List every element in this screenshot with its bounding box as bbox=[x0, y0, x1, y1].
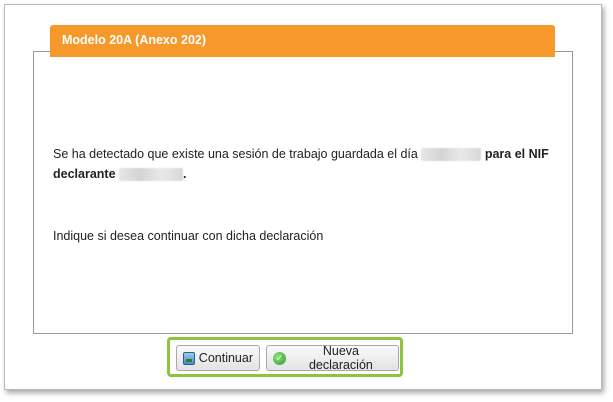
new-declaration-button[interactable]: ✓ Nueva declaración bbox=[266, 344, 399, 372]
message-end: . bbox=[183, 167, 187, 181]
dialog-header: Modelo 20A (Anexo 202) bbox=[50, 25, 555, 57]
session-message: Se ha detectado que existe una sesión de… bbox=[53, 144, 563, 184]
dialog-panel bbox=[33, 51, 573, 334]
redacted-nif bbox=[119, 168, 184, 182]
redacted-date bbox=[421, 148, 482, 162]
check-circle-icon: ✓ bbox=[273, 351, 286, 365]
dialog-title: Modelo 20A (Anexo 202) bbox=[62, 33, 207, 47]
instruction-text: Indique si desea continuar con dicha dec… bbox=[53, 229, 324, 243]
continue-button[interactable]: Continuar bbox=[176, 345, 260, 371]
continue-label: Continuar bbox=[198, 351, 253, 365]
new-declaration-label: Nueva declaración bbox=[308, 344, 373, 372]
document-icon bbox=[183, 351, 195, 365]
button-group: Continuar ✓ Nueva declaración bbox=[167, 337, 403, 377]
message-text: Se ha detectado que existe una sesión de… bbox=[53, 147, 418, 161]
